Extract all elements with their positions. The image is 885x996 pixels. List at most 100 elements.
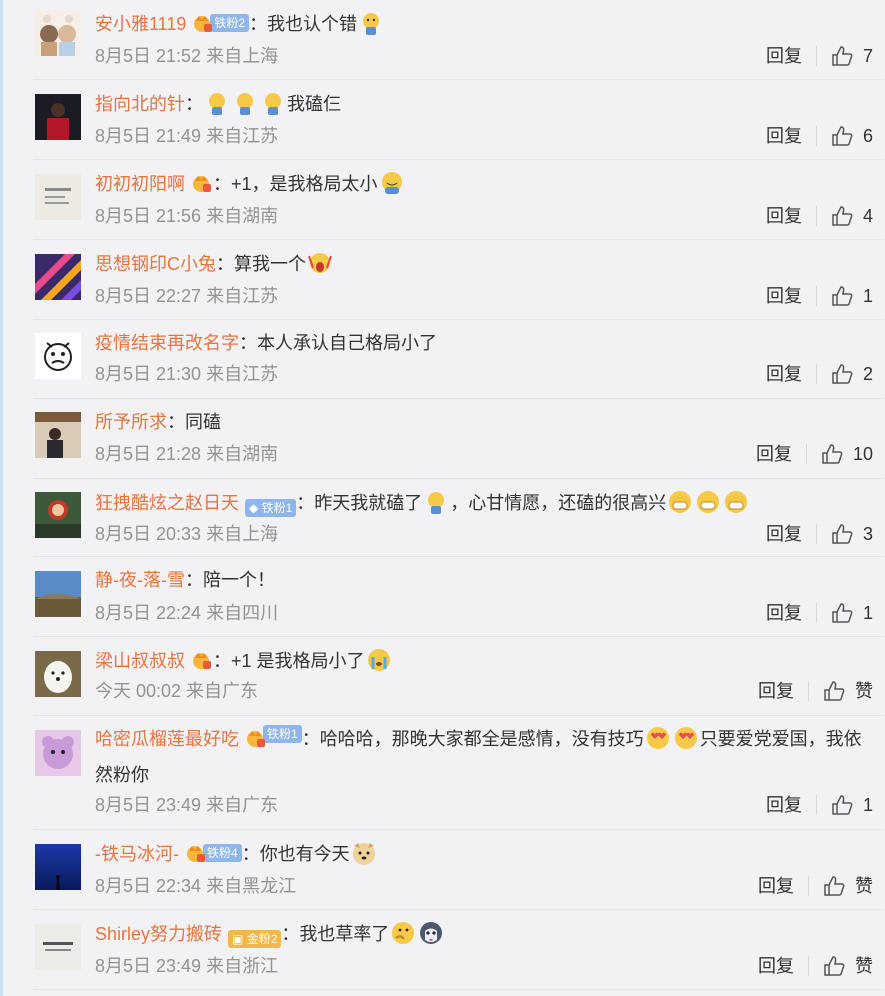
avatar[interactable]	[35, 174, 81, 220]
avatar[interactable]	[35, 924, 81, 970]
comment-text: 我也草率了	[299, 924, 390, 944]
reply-button[interactable]: 回复	[758, 874, 794, 898]
avatar[interactable]	[35, 844, 81, 890]
like-count: 4	[862, 206, 873, 226]
like-button[interactable]: 赞	[823, 874, 873, 898]
like-button[interactable]: 7	[831, 44, 873, 68]
comment-meta: 8月5日 22:27 来自江苏	[95, 286, 279, 306]
like-count: 2	[862, 364, 873, 384]
comment-text: 我也认个错	[267, 14, 358, 34]
reply-button[interactable]: 回复	[766, 204, 802, 228]
avatar[interactable]	[35, 651, 81, 697]
username[interactable]: 指向北的针	[95, 94, 185, 114]
thumbs-up-icon	[832, 603, 853, 623]
crown-icon	[192, 13, 214, 33]
divider	[815, 286, 817, 306]
reply-button[interactable]: 回复	[758, 954, 794, 978]
comment-item: 指向北的针： 我磕仨 8月5日 21:49 来自江苏 回复 6	[33, 80, 883, 160]
like-button[interactable]: 赞	[823, 954, 873, 978]
username[interactable]: 思想钢印C小兔	[95, 254, 216, 274]
cry-emoji-icon	[423, 489, 449, 515]
username[interactable]: 安小雅1119	[95, 14, 186, 34]
like-button[interactable]: 6	[831, 124, 873, 148]
avatar[interactable]	[35, 730, 81, 776]
username[interactable]: Shirley努力搬砖	[95, 924, 222, 944]
comment-item: -铁马冰河- 铁粉4 ：你也有今天 8月5日 22:34 来自黑龙江 回复 赞	[33, 830, 883, 910]
reply-button[interactable]: 回复	[766, 522, 802, 546]
comment-text: 陪一个！	[202, 570, 275, 590]
divider	[815, 524, 817, 544]
username[interactable]: 所予所求	[95, 412, 167, 432]
avatar[interactable]	[35, 254, 81, 300]
fan-badge[interactable]: ◆ 铁粉1	[245, 498, 297, 518]
reply-button[interactable]: 回复	[766, 793, 802, 817]
divider	[815, 46, 817, 66]
scream-emoji-icon	[307, 250, 333, 276]
username[interactable]: 静-夜-落-雪	[95, 570, 185, 590]
thumbs-up-icon	[832, 126, 853, 146]
reply-button[interactable]: 回复	[766, 601, 802, 625]
cry-emoji-icon	[232, 90, 258, 116]
reply-button[interactable]: 回复	[766, 362, 802, 386]
fan-badge[interactable]: ▣ 金粉2	[228, 929, 282, 949]
reply-button[interactable]: 回复	[756, 442, 792, 466]
like-count: 3	[862, 524, 873, 544]
fan-badge[interactable]: 铁粉4	[185, 843, 242, 863]
comment-text: +1，是我格局太小	[231, 174, 378, 194]
like-button[interactable]: 10	[821, 442, 873, 466]
username[interactable]: 梁山叔叔叔	[95, 651, 185, 671]
grin-emoji-icon	[667, 489, 693, 515]
username[interactable]: -铁马冰河-	[95, 844, 179, 864]
fan-badge[interactable]	[191, 650, 213, 670]
like-button[interactable]: 3	[831, 522, 873, 546]
comment-meta: 8月5日 22:34 来自黑龙江	[95, 876, 297, 896]
reply-button[interactable]: 回复	[758, 679, 794, 703]
crown-icon	[191, 173, 213, 193]
reply-button[interactable]: 回复	[766, 124, 802, 148]
avatar[interactable]	[35, 492, 81, 538]
fan-badge[interactable]: 铁粉1	[245, 724, 302, 747]
like-button[interactable]: 赞	[823, 679, 873, 703]
like-count: 1	[862, 603, 873, 623]
username[interactable]: 哈密瓜榴莲最好吃	[95, 729, 239, 749]
husky-emoji-icon	[418, 920, 444, 946]
username[interactable]: 狂拽酷炫之赵日天	[95, 493, 239, 513]
like-button[interactable]: 1	[831, 793, 873, 817]
comment-text-continued: ，心甘情愿，还磕的很高兴	[450, 493, 667, 513]
like-count: 7	[862, 46, 873, 66]
comment-text: +1 是我格局小了	[231, 651, 365, 671]
avatar[interactable]	[35, 412, 81, 458]
comment-item: 哈密瓜榴莲最好吃 铁粉1 ：哈哈哈，那晚大家都全是感情，没有技巧 只要爱党爱国，我依然…	[33, 716, 883, 830]
comment-meta: 今天 00:02 来自广东	[95, 681, 259, 701]
comment-item: Shirley努力搬砖 ▣ 金粉2 ：我也草率了 8月5日 23:49 来自浙江 回…	[33, 910, 883, 990]
reply-button[interactable]: 回复	[766, 44, 802, 68]
comment-text: 同磕	[185, 412, 221, 432]
avatar[interactable]	[35, 571, 81, 617]
reply-button[interactable]: 回复	[766, 284, 802, 308]
comment-item: 初初初阳啊 ：+1，是我格局太小 8月5日 21:56 来自湖南 回复 4	[33, 160, 883, 240]
divider	[815, 126, 817, 146]
like-count: 赞	[855, 876, 873, 896]
like-button[interactable]: 2	[831, 362, 873, 386]
cry-emoji-icon	[260, 90, 286, 116]
fan-badge[interactable]: 铁粉2	[192, 13, 250, 33]
love-emoji-icon	[645, 725, 671, 751]
like-button[interactable]: 1	[831, 601, 873, 625]
avatar[interactable]	[35, 10, 81, 56]
fan-badge[interactable]	[191, 173, 213, 193]
avatar[interactable]	[35, 94, 81, 140]
thumbs-up-icon	[832, 46, 853, 66]
divider	[815, 364, 817, 384]
thumbs-up-icon	[832, 795, 853, 815]
like-button[interactable]: 4	[831, 204, 873, 228]
smile-sweat-emoji-icon	[379, 170, 405, 196]
avatar[interactable]	[35, 333, 81, 379]
username[interactable]: 初初初阳啊	[95, 174, 185, 194]
comment-meta: 8月5日 23:49 来自广东	[95, 795, 279, 815]
username[interactable]: 疫情结束再改名字	[95, 333, 239, 353]
comment-meta: 8月5日 20:33 来自上海	[95, 524, 279, 544]
divider	[808, 681, 809, 701]
like-button[interactable]: 1	[831, 284, 873, 308]
divider	[808, 876, 809, 896]
thumbs-up-icon	[832, 364, 853, 384]
